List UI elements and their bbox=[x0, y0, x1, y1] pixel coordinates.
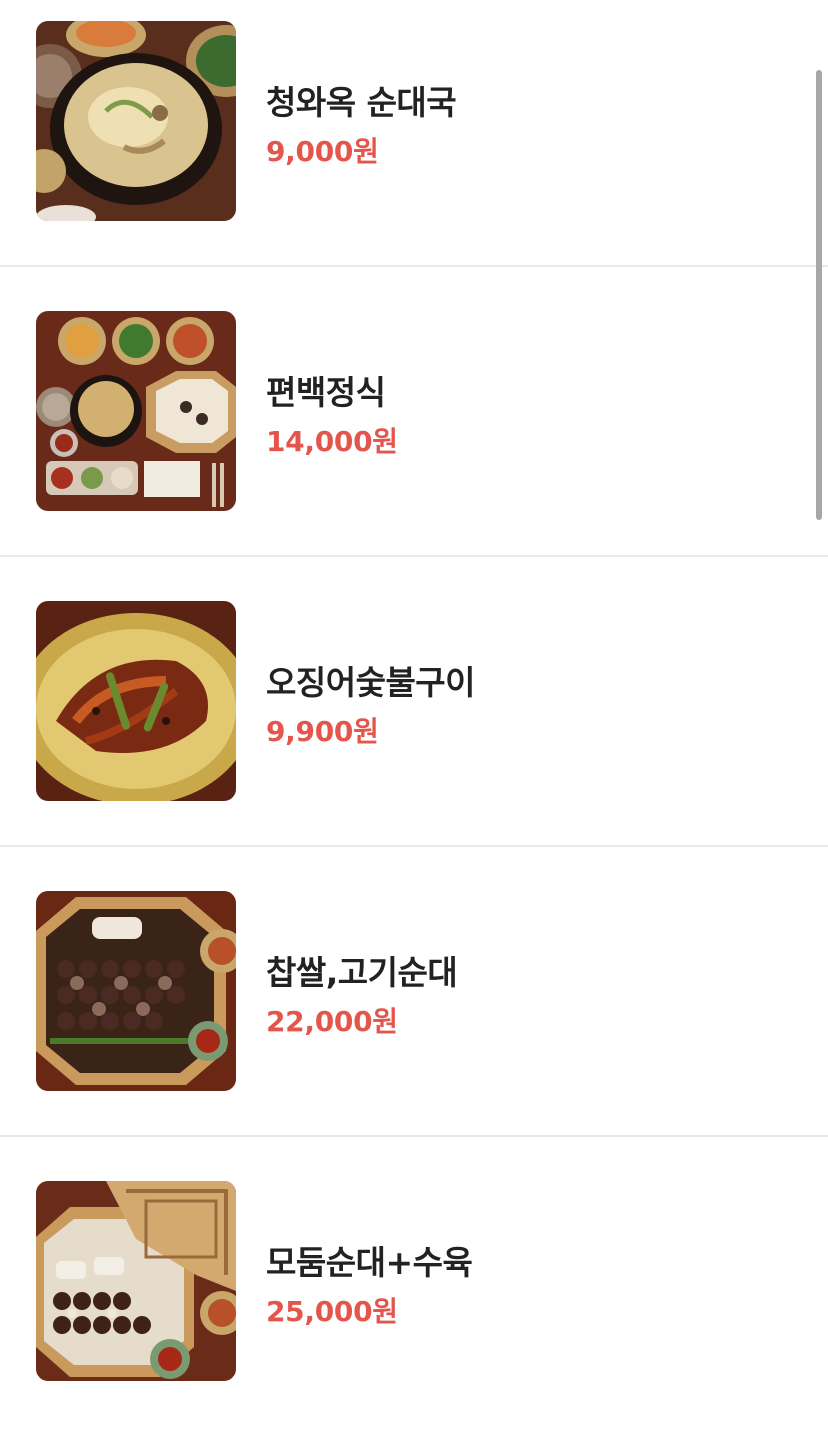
menu-item-price: 22,000원 bbox=[266, 1005, 398, 1038]
sundaeguk-photo[interactable] bbox=[36, 21, 236, 221]
menu-item-name: 모둠순대+수육 bbox=[266, 1243, 473, 1282]
assorted-sundae-suyuk-photo[interactable] bbox=[36, 1181, 236, 1381]
menu-item-price: 9,000원 bbox=[266, 135, 379, 168]
menu-item-sundae-platter[interactable]: 찹쌀,고기순대 22,000원 bbox=[0, 870, 828, 1160]
divider bbox=[0, 845, 828, 847]
menu-item-grilled-squid[interactable]: 오징어숯불구이 9,900원 bbox=[0, 580, 828, 870]
menu-list: 청와옥 순대국 9,000원 편백정식 14,000원 오징어숯불구이 9,90… bbox=[0, 0, 828, 1394]
divider bbox=[0, 555, 828, 557]
divider bbox=[0, 265, 828, 267]
menu-item-name: 편백정식 bbox=[266, 373, 386, 412]
grilled-squid-photo[interactable] bbox=[36, 601, 236, 801]
menu-item-price: 9,900원 bbox=[266, 715, 379, 748]
menu-item-assorted-sundae-suyuk[interactable]: 모둠순대+수육 25,000원 bbox=[0, 1160, 828, 1450]
menu-item-price: 14,000원 bbox=[266, 425, 398, 458]
menu-item-name: 찹쌀,고기순대 bbox=[266, 953, 458, 992]
menu-item-name: 오징어숯불구이 bbox=[266, 663, 476, 702]
menu-item-name: 청와옥 순대국 bbox=[266, 83, 457, 122]
menu-item-price: 25,000원 bbox=[266, 1295, 398, 1328]
menu-item-set-meal[interactable]: 편백정식 14,000원 bbox=[0, 290, 828, 580]
vertical-scrollbar[interactable] bbox=[816, 70, 822, 520]
menu-item-sundaeguk[interactable]: 청와옥 순대국 9,000원 bbox=[0, 0, 828, 290]
set-meal-photo[interactable] bbox=[36, 311, 236, 511]
sundae-platter-photo[interactable] bbox=[36, 891, 236, 1091]
divider bbox=[0, 1135, 828, 1137]
